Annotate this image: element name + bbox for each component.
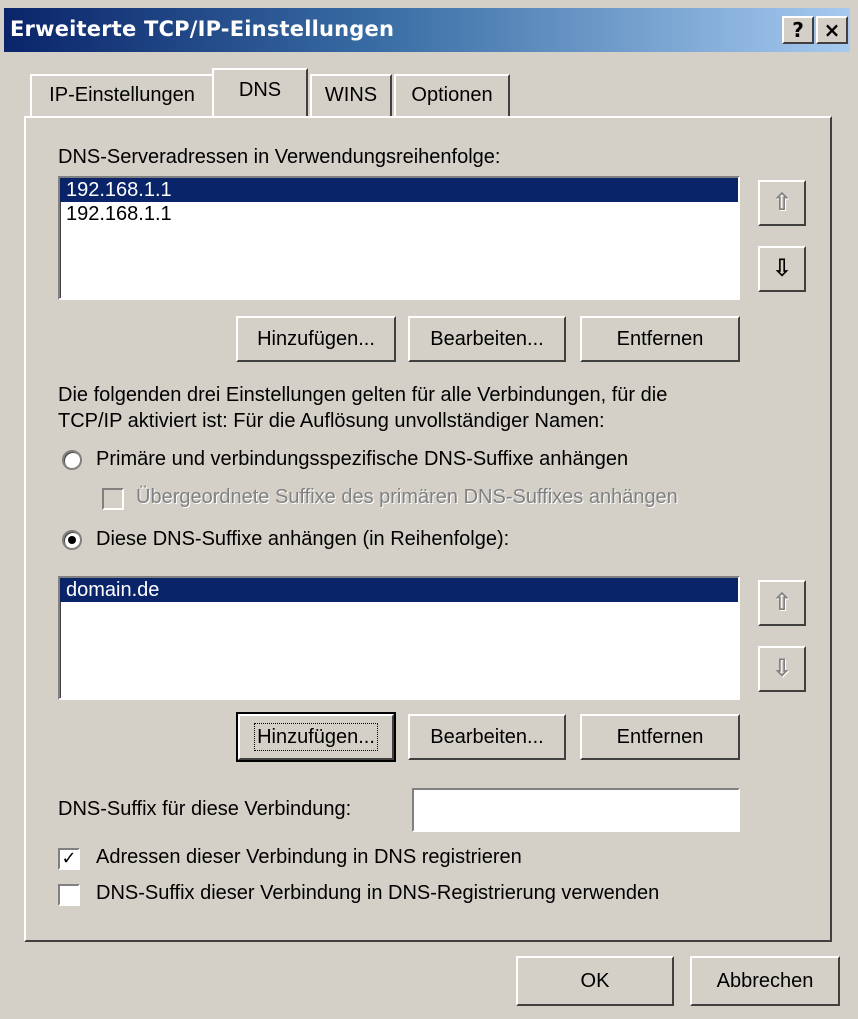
use-suffix-checkbox[interactable] — [58, 884, 80, 906]
cancel-button[interactable]: Abbrechen — [690, 956, 840, 1006]
suffix-add-label: Hinzufügen... — [254, 723, 378, 751]
suffix-add-button[interactable]: Hinzufügen... — [236, 712, 396, 762]
radio-primary-suffixes[interactable] — [62, 450, 82, 470]
radio-dot — [68, 536, 76, 544]
dns-suffix-list[interactable]: domain.de — [58, 576, 740, 700]
dns-server-up-button[interactable]: ⇧ — [758, 180, 806, 226]
list-item[interactable]: 192.168.1.1 — [60, 178, 738, 202]
parent-suffix-checkbox[interactable] — [102, 488, 124, 510]
list-item[interactable]: 192.168.1.1 — [60, 202, 738, 226]
dns-add-button[interactable]: Hinzufügen... — [236, 316, 396, 362]
arrow-down-icon: ⇩ — [771, 654, 793, 682]
ok-button[interactable]: OK — [516, 956, 674, 1006]
dns-server-down-button[interactable]: ⇩ — [758, 246, 806, 292]
suffix-edit-button[interactable]: Bearbeiten... — [408, 714, 566, 760]
radio-these-suffixes[interactable] — [62, 530, 82, 550]
dns-servers-list[interactable]: 192.168.1.1 192.168.1.1 — [58, 176, 740, 300]
arrow-down-icon: ⇩ — [771, 254, 793, 282]
checkmark-icon: ✓ — [61, 848, 77, 869]
dns-servers-label: DNS-Serveradressen in Verwendungsreihenf… — [58, 146, 501, 168]
arrow-up-icon: ⇧ — [771, 188, 793, 216]
dns-tab-panel: DNS-Serveradressen in Verwendungsreihenf… — [24, 116, 832, 942]
arrow-up-icon: ⇧ — [771, 588, 793, 616]
dns-remove-button[interactable]: Entfernen — [580, 316, 740, 362]
description-line-2: TCP/IP aktiviert ist: Für die Auflösung … — [58, 410, 605, 432]
suffix-down-button[interactable]: ⇩ — [758, 646, 806, 692]
dialog-window: Erweiterte TCP/IP-Einstellungen ? × IP-E… — [0, 0, 858, 1019]
dns-edit-button[interactable]: Bearbeiten... — [408, 316, 566, 362]
radio-primary-label: Primäre und verbindungsspezifische DNS-S… — [96, 448, 629, 470]
tab-wins[interactable]: WINS — [310, 74, 392, 116]
radio-these-label: Diese DNS-Suffixe anhängen (in Reihenfol… — [96, 528, 510, 550]
list-item[interactable]: domain.de — [60, 578, 738, 602]
connection-suffix-input[interactable] — [412, 788, 740, 832]
window-title: Erweiterte TCP/IP-Einstellungen — [10, 17, 395, 41]
parent-suffix-label: Übergeordnete Suffixe des primären DNS-S… — [136, 486, 678, 508]
tab-options[interactable]: Optionen — [394, 74, 510, 116]
close-button[interactable]: × — [816, 16, 848, 44]
description-line-1: Die folgenden drei Einstellungen gelten … — [58, 384, 668, 406]
use-suffix-label: DNS-Suffix dieser Verbindung in DNS-Regi… — [96, 882, 660, 904]
connection-suffix-label: DNS-Suffix für diese Verbindung: — [58, 798, 352, 820]
suffix-remove-button[interactable]: Entfernen — [580, 714, 740, 760]
tab-dns[interactable]: DNS — [212, 68, 308, 116]
register-checkbox[interactable]: ✓ — [58, 848, 80, 870]
suffix-up-button[interactable]: ⇧ — [758, 580, 806, 626]
help-button[interactable]: ? — [782, 16, 814, 44]
tab-ip-settings[interactable]: IP-Einstellungen — [30, 74, 214, 116]
register-label: Adressen dieser Verbindung in DNS regist… — [96, 846, 522, 868]
title-bar: Erweiterte TCP/IP-Einstellungen ? × — [4, 8, 850, 52]
